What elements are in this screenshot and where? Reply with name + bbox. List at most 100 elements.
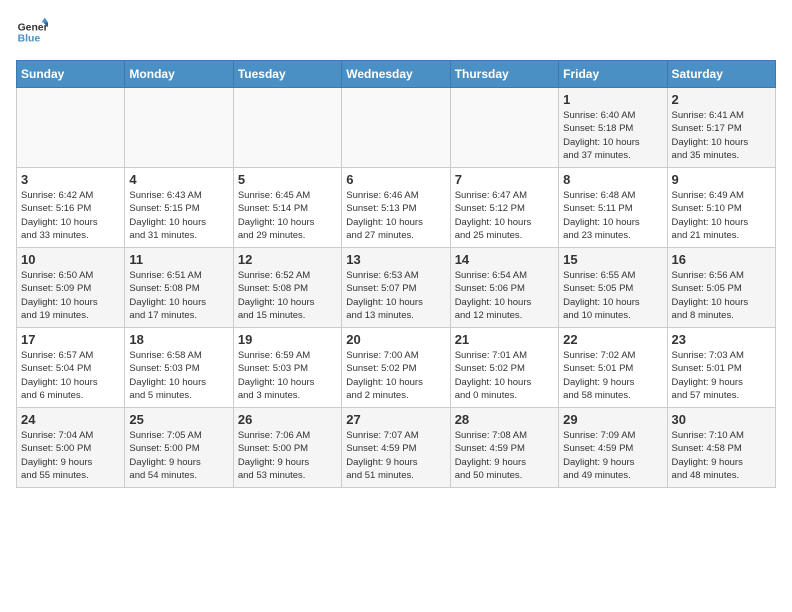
- day-number: 28: [455, 412, 554, 427]
- day-number: 18: [129, 332, 228, 347]
- calendar-cell: 28 Sunrise: 7:08 AM Sunset: 4:59 PM Dayli…: [450, 408, 558, 488]
- day-number: 30: [672, 412, 771, 427]
- calendar-cell: 1Sunrise: 6:40 AM Sunset: 5:18 PM Daylig…: [559, 88, 667, 168]
- day-info: Sunrise: 6:54 AM Sunset: 5:06 PM Dayligh…: [455, 269, 554, 322]
- day-number: 27: [346, 412, 445, 427]
- day-info: Sunrise: 7:00 AM Sunset: 5:02 PM Dayligh…: [346, 349, 445, 402]
- calendar-cell: 29 Sunrise: 7:09 AM Sunset: 4:59 PM Dayli…: [559, 408, 667, 488]
- calendar-week-row: 3Sunrise: 6:42 AM Sunset: 5:16 PM Daylig…: [17, 168, 776, 248]
- day-number: 9: [672, 172, 771, 187]
- day-info: Sunrise: 7:01 AM Sunset: 5:02 PM Dayligh…: [455, 349, 554, 402]
- day-info: Sunrise: 7:05 AM Sunset: 5:00 PM Dayligh…: [129, 429, 228, 482]
- day-info: Sunrise: 6:52 AM Sunset: 5:08 PM Dayligh…: [238, 269, 337, 322]
- calendar-header-row: SundayMondayTuesdayWednesdayThursdayFrid…: [17, 61, 776, 88]
- day-number: 6: [346, 172, 445, 187]
- calendar-cell: 15 Sunrise: 6:55 AM Sunset: 5:05 PM Dayli…: [559, 248, 667, 328]
- day-info: Sunrise: 7:07 AM Sunset: 4:59 PM Dayligh…: [346, 429, 445, 482]
- day-of-week-header: Wednesday: [342, 61, 450, 88]
- day-info: Sunrise: 7:06 AM Sunset: 5:00 PM Dayligh…: [238, 429, 337, 482]
- calendar-week-row: 1Sunrise: 6:40 AM Sunset: 5:18 PM Daylig…: [17, 88, 776, 168]
- calendar-cell: 19 Sunrise: 6:59 AM Sunset: 5:03 PM Dayli…: [233, 328, 341, 408]
- calendar-cell: 12 Sunrise: 6:52 AM Sunset: 5:08 PM Dayli…: [233, 248, 341, 328]
- calendar-cell: 27 Sunrise: 7:07 AM Sunset: 4:59 PM Dayli…: [342, 408, 450, 488]
- day-number: 10: [21, 252, 120, 267]
- day-number: 5: [238, 172, 337, 187]
- calendar-week-row: 10 Sunrise: 6:50 AM Sunset: 5:09 PM Dayli…: [17, 248, 776, 328]
- calendar-cell: [342, 88, 450, 168]
- svg-text:General: General: [18, 22, 48, 33]
- day-number: 1: [563, 92, 662, 107]
- day-number: 13: [346, 252, 445, 267]
- calendar-cell: 21 Sunrise: 7:01 AM Sunset: 5:02 PM Dayli…: [450, 328, 558, 408]
- day-info: Sunrise: 6:46 AM Sunset: 5:13 PM Dayligh…: [346, 189, 445, 242]
- day-info: Sunrise: 6:50 AM Sunset: 5:09 PM Dayligh…: [21, 269, 120, 322]
- day-number: 11: [129, 252, 228, 267]
- calendar-cell: [233, 88, 341, 168]
- day-info: Sunrise: 6:48 AM Sunset: 5:11 PM Dayligh…: [563, 189, 662, 242]
- day-of-week-header: Saturday: [667, 61, 775, 88]
- calendar-cell: 17 Sunrise: 6:57 AM Sunset: 5:04 PM Dayli…: [17, 328, 125, 408]
- day-number: 17: [21, 332, 120, 347]
- calendar-cell: 22Sunrise: 7:02 AM Sunset: 5:01 PM Dayli…: [559, 328, 667, 408]
- day-of-week-header: Sunday: [17, 61, 125, 88]
- day-number: 29: [563, 412, 662, 427]
- day-info: Sunrise: 6:47 AM Sunset: 5:12 PM Dayligh…: [455, 189, 554, 242]
- calendar-cell: [17, 88, 125, 168]
- day-number: 7: [455, 172, 554, 187]
- calendar-cell: 26 Sunrise: 7:06 AM Sunset: 5:00 PM Dayli…: [233, 408, 341, 488]
- day-info: Sunrise: 7:03 AM Sunset: 5:01 PM Dayligh…: [672, 349, 771, 402]
- day-number: 21: [455, 332, 554, 347]
- day-number: 14: [455, 252, 554, 267]
- calendar-body: 1Sunrise: 6:40 AM Sunset: 5:18 PM Daylig…: [17, 88, 776, 488]
- day-number: 12: [238, 252, 337, 267]
- logo-icon: General Blue: [16, 16, 48, 48]
- day-of-week-header: Friday: [559, 61, 667, 88]
- calendar-cell: 11 Sunrise: 6:51 AM Sunset: 5:08 PM Dayli…: [125, 248, 233, 328]
- day-number: 23: [672, 332, 771, 347]
- day-number: 2: [672, 92, 771, 107]
- calendar-cell: 3Sunrise: 6:42 AM Sunset: 5:16 PM Daylig…: [17, 168, 125, 248]
- calendar-cell: 8Sunrise: 6:48 AM Sunset: 5:11 PM Daylig…: [559, 168, 667, 248]
- day-info: Sunrise: 6:45 AM Sunset: 5:14 PM Dayligh…: [238, 189, 337, 242]
- day-number: 24: [21, 412, 120, 427]
- calendar-cell: 16Sunrise: 6:56 AM Sunset: 5:05 PM Dayli…: [667, 248, 775, 328]
- calendar-cell: 5 Sunrise: 6:45 AM Sunset: 5:14 PM Daylig…: [233, 168, 341, 248]
- calendar-cell: 24Sunrise: 7:04 AM Sunset: 5:00 PM Dayli…: [17, 408, 125, 488]
- day-info: Sunrise: 6:42 AM Sunset: 5:16 PM Dayligh…: [21, 189, 120, 242]
- day-of-week-header: Monday: [125, 61, 233, 88]
- day-info: Sunrise: 6:43 AM Sunset: 5:15 PM Dayligh…: [129, 189, 228, 242]
- calendar-cell: 13 Sunrise: 6:53 AM Sunset: 5:07 PM Dayli…: [342, 248, 450, 328]
- day-info: Sunrise: 6:55 AM Sunset: 5:05 PM Dayligh…: [563, 269, 662, 322]
- calendar-table: SundayMondayTuesdayWednesdayThursdayFrid…: [16, 60, 776, 488]
- calendar-week-row: 17 Sunrise: 6:57 AM Sunset: 5:04 PM Dayli…: [17, 328, 776, 408]
- day-info: Sunrise: 7:02 AM Sunset: 5:01 PM Dayligh…: [563, 349, 662, 402]
- calendar-cell: 6 Sunrise: 6:46 AM Sunset: 5:13 PM Daylig…: [342, 168, 450, 248]
- day-info: Sunrise: 7:08 AM Sunset: 4:59 PM Dayligh…: [455, 429, 554, 482]
- day-info: Sunrise: 6:49 AM Sunset: 5:10 PM Dayligh…: [672, 189, 771, 242]
- day-number: 15: [563, 252, 662, 267]
- calendar-cell: 10 Sunrise: 6:50 AM Sunset: 5:09 PM Dayli…: [17, 248, 125, 328]
- day-info: Sunrise: 6:51 AM Sunset: 5:08 PM Dayligh…: [129, 269, 228, 322]
- page-header: General Blue: [16, 16, 776, 48]
- calendar-cell: 2Sunrise: 6:41 AM Sunset: 5:17 PM Daylig…: [667, 88, 775, 168]
- day-info: Sunrise: 6:59 AM Sunset: 5:03 PM Dayligh…: [238, 349, 337, 402]
- calendar-cell: 20Sunrise: 7:00 AM Sunset: 5:02 PM Dayli…: [342, 328, 450, 408]
- day-of-week-header: Tuesday: [233, 61, 341, 88]
- calendar-cell: [450, 88, 558, 168]
- day-number: 16: [672, 252, 771, 267]
- day-info: Sunrise: 7:09 AM Sunset: 4:59 PM Dayligh…: [563, 429, 662, 482]
- day-info: Sunrise: 6:53 AM Sunset: 5:07 PM Dayligh…: [346, 269, 445, 322]
- day-number: 19: [238, 332, 337, 347]
- day-info: Sunrise: 7:10 AM Sunset: 4:58 PM Dayligh…: [672, 429, 771, 482]
- calendar-cell: 7 Sunrise: 6:47 AM Sunset: 5:12 PM Daylig…: [450, 168, 558, 248]
- calendar-cell: [125, 88, 233, 168]
- day-number: 26: [238, 412, 337, 427]
- calendar-cell: 14 Sunrise: 6:54 AM Sunset: 5:06 PM Dayli…: [450, 248, 558, 328]
- day-of-week-header: Thursday: [450, 61, 558, 88]
- calendar-week-row: 24Sunrise: 7:04 AM Sunset: 5:00 PM Dayli…: [17, 408, 776, 488]
- day-info: Sunrise: 6:57 AM Sunset: 5:04 PM Dayligh…: [21, 349, 120, 402]
- day-info: Sunrise: 6:58 AM Sunset: 5:03 PM Dayligh…: [129, 349, 228, 402]
- logo: General Blue: [16, 16, 48, 48]
- day-number: 4: [129, 172, 228, 187]
- calendar-cell: 4 Sunrise: 6:43 AM Sunset: 5:15 PM Daylig…: [125, 168, 233, 248]
